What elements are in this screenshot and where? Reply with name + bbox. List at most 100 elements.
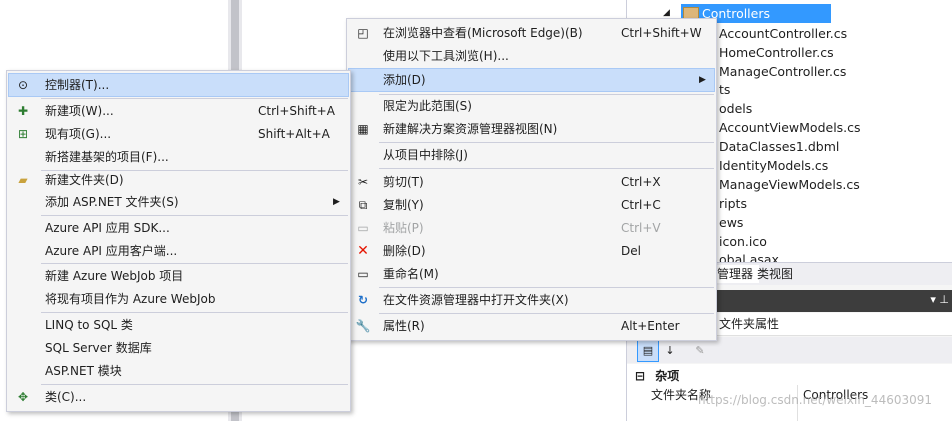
menu-item-azure-api-sdk[interactable]: Azure API 应用 SDK... — [9, 217, 348, 239]
menu-item-label: LINQ to SQL 类 — [45, 318, 133, 332]
menu-item-label: SQL Server 数据库 — [45, 341, 152, 355]
menu-item-label: 重命名(M) — [383, 267, 439, 281]
wrench-icon: 🔧 — [355, 319, 371, 333]
menu-item-label: 剪切(T) — [383, 175, 424, 189]
menu-item-label: 现有项(G)... — [45, 127, 112, 141]
rename-icon: ▭ — [357, 267, 369, 281]
tree-item[interactable]: HomeController.cs — [719, 43, 834, 62]
collapse-icon[interactable]: ⊟ — [635, 369, 645, 383]
submenu-arrow-icon: ▶ — [333, 197, 340, 207]
menu-item-paste: ▭ 粘贴(P) Ctrl+V — [349, 217, 714, 239]
menu-separator — [41, 312, 348, 313]
categorized-icon[interactable]: ▤ — [637, 340, 659, 362]
menu-item-aspnet-module[interactable]: ASP.NET 模块 — [9, 360, 348, 382]
menu-item-new-folder[interactable]: ▰ 新建文件夹(D) — [9, 169, 348, 191]
menu-item-view-in-browser[interactable]: ◰ 在浏览器中查看(Microsoft Edge)(B) Ctrl+Shift+… — [349, 22, 714, 44]
controller-icon: ⊙ — [17, 78, 29, 92]
copy-icon: ⧉ — [358, 198, 368, 212]
menu-item-label: 新搭建基架的项目(F)... — [45, 150, 169, 164]
menu-item-add-aspnet-folder[interactable]: 添加 ASP.NET 文件夹(S) ▶ — [9, 191, 348, 213]
menu-item-label: 控制器(T)... — [45, 78, 110, 92]
tree-item[interactable]: odels — [719, 99, 752, 118]
menu-item-label: 在浏览器中查看(Microsoft Edge)(B) — [383, 26, 583, 40]
tree-item[interactable]: obal.asax — [719, 250, 779, 262]
menu-item-label: 添加(D) — [383, 73, 426, 87]
menu-separator — [41, 384, 348, 385]
menu-item-label: 新建 Azure WebJob 项目 — [45, 269, 184, 283]
context-menu-folder: ◰ 在浏览器中查看(Microsoft Edge)(B) Ctrl+Shift+… — [346, 18, 717, 341]
properties-title: 文件夹属性 — [719, 317, 780, 331]
menu-item-sql-server-db[interactable]: SQL Server 数据库 — [9, 337, 348, 359]
menu-item-exclude-from-project[interactable]: 从项目中排除(J) — [349, 144, 714, 166]
menu-item-copy[interactable]: ⧉ 复制(Y) Ctrl+C — [349, 194, 714, 216]
tree-item[interactable]: AccountViewModels.cs — [719, 118, 861, 137]
menu-item-label: 复制(Y) — [383, 198, 424, 212]
menu-item-label: 粘贴(P) — [383, 221, 424, 235]
context-menu-add: ⊙ 控制器(T)... ✚ 新建项(W)... Ctrl+Shift+A ⊞ 现… — [6, 70, 351, 412]
menu-item-label: 在文件资源管理器中打开文件夹(X) — [383, 293, 569, 307]
menu-item-shortcut: Ctrl+V — [621, 221, 661, 235]
property-category[interactable]: ⊟ 杂项 — [635, 367, 679, 385]
menu-item-new-item[interactable]: ✚ 新建项(W)... Ctrl+Shift+A — [9, 100, 348, 122]
menu-item-shortcut: Shift+Alt+A — [258, 127, 330, 141]
menu-item-new-azure-webjob[interactable]: 新建 Azure WebJob 项目 — [9, 265, 348, 287]
tree-item[interactable]: ManageController.cs — [719, 62, 846, 81]
menu-item-shortcut: Ctrl+X — [621, 175, 661, 189]
menu-item-shortcut: Ctrl+Shift+A — [258, 104, 335, 118]
category-label: 杂项 — [655, 369, 680, 383]
paste-icon: ▭ — [357, 221, 369, 235]
tree-item[interactable]: ews — [719, 213, 743, 232]
menu-item-new-scaffolded-item[interactable]: 新搭建基架的项目(F)... — [9, 146, 348, 168]
tree-item[interactable]: icon.ico — [719, 232, 767, 251]
menu-item-shortcut: Del — [621, 244, 641, 258]
tree-item[interactable]: AccountController.cs — [719, 24, 847, 43]
menu-item-shortcut: Ctrl+Shift+W — [621, 26, 702, 40]
menu-item-existing-item[interactable]: ⊞ 现有项(G)... Shift+Alt+A — [9, 123, 348, 145]
alphabetical-icon[interactable]: ↓ — [659, 340, 681, 362]
menu-item-label: 将现有项目作为 Azure WebJob — [45, 292, 216, 306]
tree-item[interactable]: ripts — [719, 194, 747, 213]
menu-item-browse-with[interactable]: 使用以下工具浏览(H)... — [349, 45, 714, 67]
browser-icon: ◰ — [357, 26, 369, 40]
menu-item-open-in-file-explorer[interactable]: ↻ 在文件资源管理器中打开文件夹(X) — [349, 289, 714, 311]
menu-separator — [41, 98, 348, 99]
menu-separator — [379, 313, 714, 314]
menu-item-label: ASP.NET 模块 — [45, 364, 122, 378]
submenu-arrow-icon: ▶ — [699, 75, 706, 85]
menu-item-add[interactable]: 添加(D) ▶ — [348, 68, 715, 92]
menu-separator — [41, 263, 348, 264]
new-folder-icon: ▰ — [18, 173, 28, 187]
menu-item-linq-to-sql[interactable]: LINQ to SQL 类 — [9, 314, 348, 336]
tree-item[interactable]: ts — [719, 80, 730, 99]
menu-item-label: 添加 ASP.NET 文件夹(S) — [45, 195, 179, 209]
tab-class-view[interactable]: 类视图 — [751, 265, 799, 283]
menu-item-controller[interactable]: ⊙ 控制器(T)... — [8, 73, 349, 97]
menu-item-azure-api-client[interactable]: Azure API 应用客户端... — [9, 240, 348, 262]
menu-item-label: 属性(R) — [383, 319, 425, 333]
watermark: https://blog.csdn.net/weixin_44603091 — [698, 393, 933, 407]
existing-item-icon: ⊞ — [17, 127, 29, 141]
menu-item-label: 删除(D) — [383, 244, 426, 258]
menu-item-new-explorer-view[interactable]: ▦ 新建解决方案资源管理器视图(N) — [349, 118, 714, 140]
menu-item-cut[interactable]: ✂ 剪切(T) Ctrl+X — [349, 171, 714, 193]
menu-item-class[interactable]: ✥ 类(C)... — [9, 386, 348, 408]
tree-item[interactable]: DataClasses1.dbml — [719, 137, 839, 156]
class-icon: ✥ — [17, 390, 29, 404]
menu-item-label: 新建文件夹(D) — [45, 173, 124, 187]
tree-item[interactable]: ManageViewModels.cs — [719, 175, 860, 194]
menu-item-scope-to-this[interactable]: 限定为此范围(S) — [349, 95, 714, 117]
tree-item[interactable]: IdentityModels.cs — [719, 156, 828, 175]
menu-separator — [41, 215, 348, 216]
property-pages-icon[interactable]: ✎ — [689, 340, 711, 362]
menu-item-label: Azure API 应用 SDK... — [45, 221, 170, 235]
pin-icon[interactable]: ▾ ⊥ — [930, 293, 949, 306]
menu-item-properties[interactable]: 🔧 属性(R) Alt+Enter — [349, 315, 714, 337]
cut-icon: ✂ — [357, 175, 369, 189]
new-item-icon: ✚ — [17, 104, 29, 118]
new-view-icon: ▦ — [357, 122, 369, 136]
menu-item-rename[interactable]: ▭ 重命名(M) — [349, 263, 714, 285]
menu-item-delete[interactable]: ✕ 删除(D) Del — [349, 240, 714, 262]
menu-item-existing-as-webjob[interactable]: 将现有项目作为 Azure WebJob — [9, 288, 348, 310]
menu-separator — [379, 287, 714, 288]
menu-item-label: 限定为此范围(S) — [383, 99, 472, 113]
